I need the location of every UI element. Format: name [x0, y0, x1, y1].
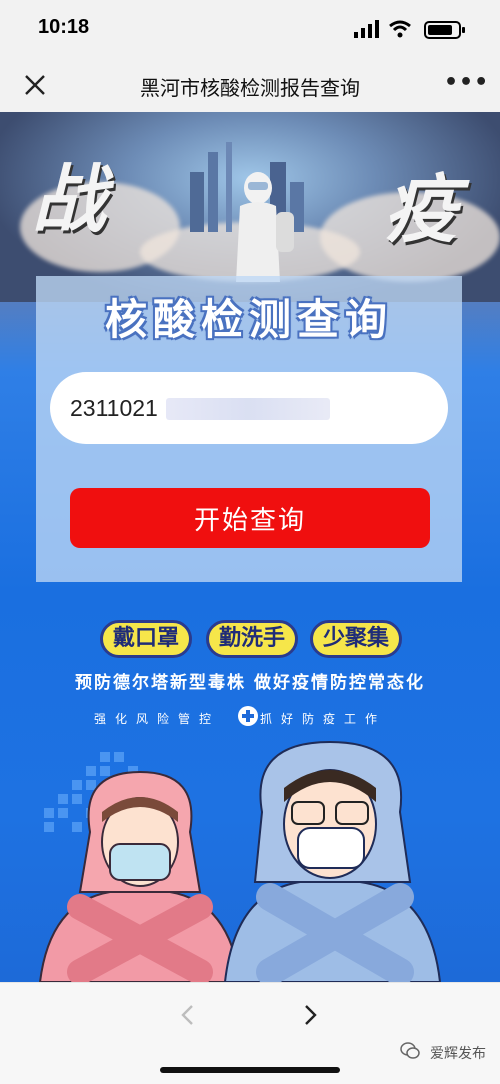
- start-query-button[interactable]: 开始查询: [70, 488, 430, 548]
- signal-icon: [354, 20, 379, 38]
- watermark-text: 爱辉发布: [430, 1046, 486, 1062]
- back-arrow-icon[interactable]: [176, 1003, 200, 1027]
- bottom-toolbar: 爱辉发布: [0, 982, 500, 1084]
- status-bar: 10:18: [0, 0, 500, 58]
- forward-arrow-icon[interactable]: [298, 1003, 322, 1027]
- people-wearing-masks-illustration: [38, 740, 442, 982]
- more-menu-icon[interactable]: •••: [444, 72, 488, 98]
- status-icons: [336, 20, 466, 40]
- sub-slogan-right: 抓好防疫工作: [260, 712, 387, 726]
- banner-char-left: 战: [32, 157, 106, 243]
- battery-icon: [424, 21, 465, 39]
- query-card-title: 核酸检测查询: [104, 295, 393, 344]
- input-redacted-area: [166, 398, 330, 420]
- query-card: 核酸检测查询 开始查询: [36, 276, 462, 582]
- wechat-icon: [400, 1042, 420, 1059]
- poster-banner: 战 疫 核酸检测查询 开始查询 戴口罩 勤洗手 少聚集 预防德尔塔新型毒株 做好…: [0, 112, 500, 982]
- medical-cross-icon: [238, 706, 258, 726]
- close-icon[interactable]: [22, 72, 48, 98]
- sub-slogan-left: 强化风险管控: [94, 712, 221, 726]
- pill-wash-hands: 勤洗手: [206, 620, 298, 658]
- banner-char-right: 疫: [384, 167, 458, 253]
- slogan: 预防德尔塔新型毒株 做好疫情防控常态化: [75, 673, 425, 693]
- pill-avoid-gathering: 少聚集: [310, 620, 402, 658]
- page-title: 黑河市核酸检测报告查询: [140, 76, 360, 100]
- right-person-mask: [297, 827, 365, 869]
- left-person-mask: [109, 843, 171, 881]
- home-indicator: [160, 1067, 340, 1073]
- nav-bar: 黑河市核酸检测报告查询 •••: [0, 58, 500, 113]
- status-time: 10:18: [38, 16, 90, 38]
- wifi-icon: [389, 20, 411, 38]
- pill-wear-mask: 戴口罩: [100, 620, 192, 658]
